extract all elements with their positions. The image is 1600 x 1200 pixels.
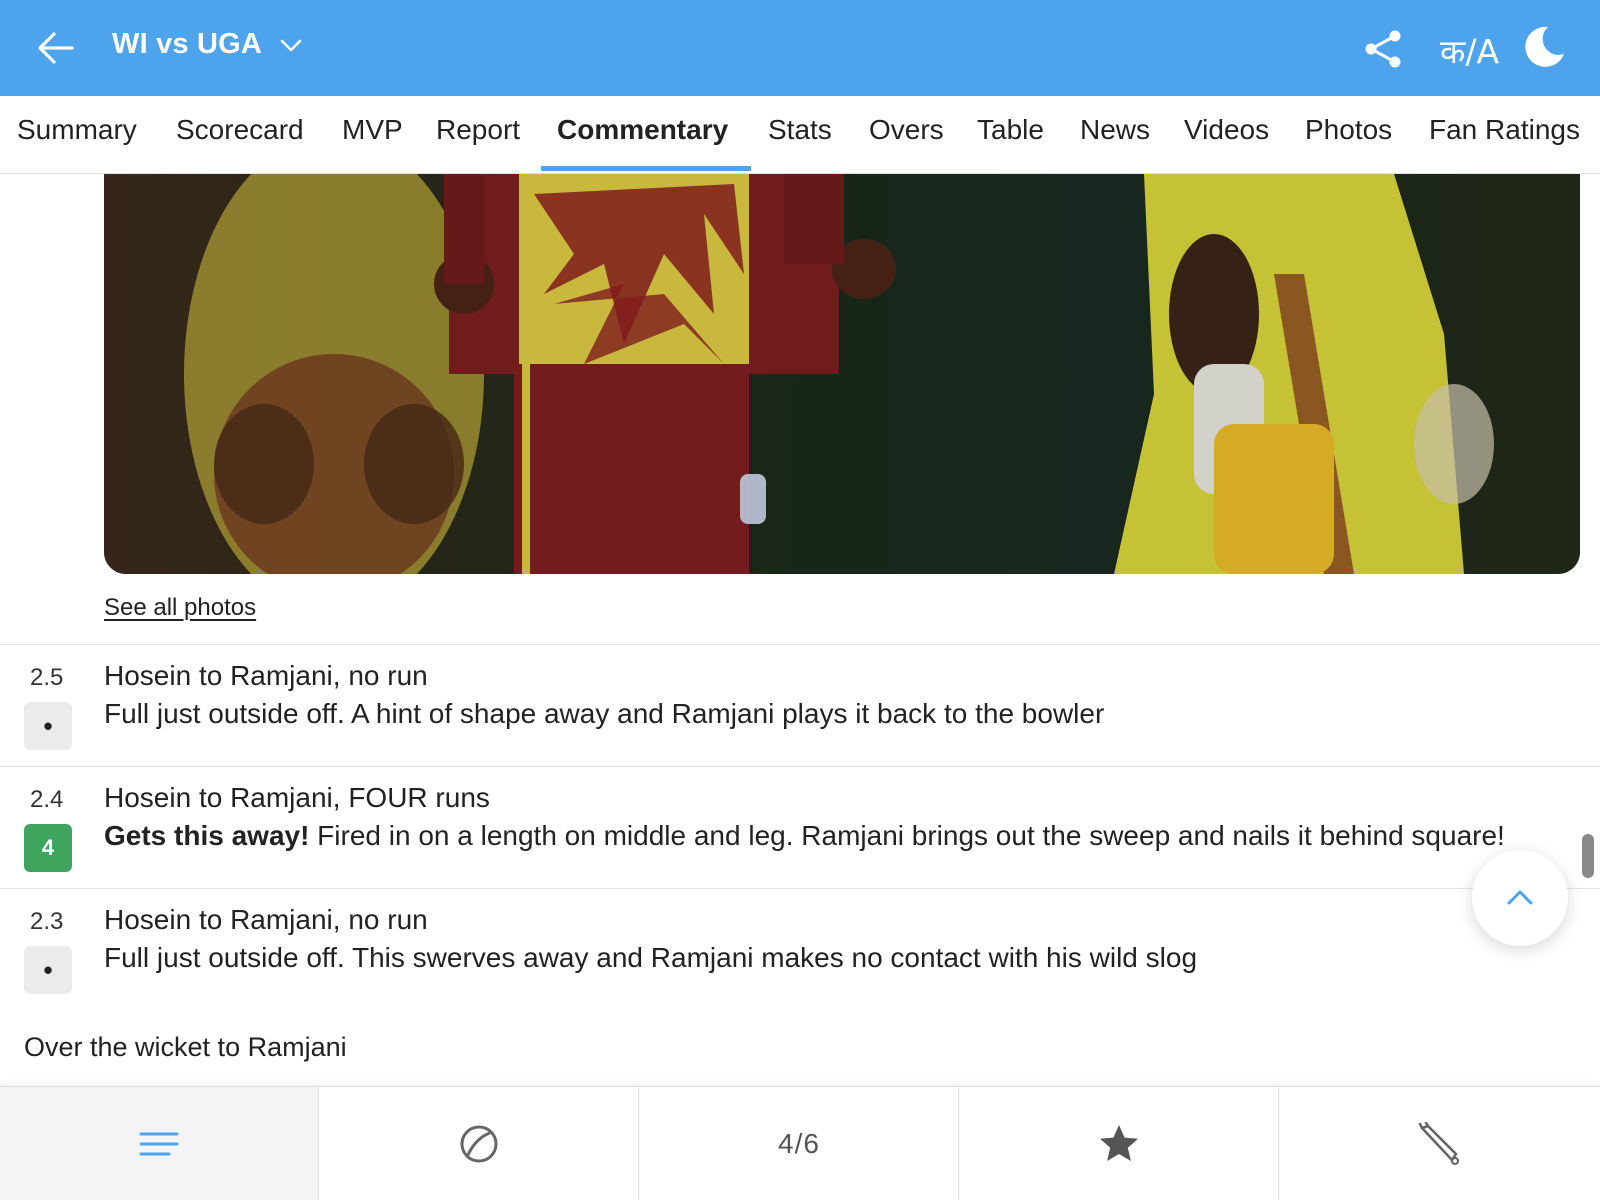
bottom-nav-batting[interactable] — [1280, 1087, 1599, 1200]
dot-ball-badge: • — [24, 946, 72, 994]
over-number: 2.3 — [30, 908, 64, 935]
match-photo[interactable] — [104, 174, 1580, 574]
chevron-up-icon — [1507, 890, 1533, 905]
menu-lines-icon — [139, 1132, 179, 1156]
scroll-to-top-button[interactable] — [1472, 850, 1568, 946]
back-arrow-icon[interactable] — [36, 28, 76, 68]
bottom-navigation: 4/6 — [0, 1086, 1600, 1200]
tab-report[interactable]: Report — [436, 114, 520, 146]
commentary-item: 2.5 • Hosein to Ramjani, no run Full jus… — [0, 644, 1600, 766]
see-all-photos-link[interactable]: See all photos — [104, 594, 256, 622]
ball-counter: 4/6 — [778, 1128, 820, 1159]
tab-mvp[interactable]: MVP — [342, 114, 403, 146]
star-icon — [1100, 1125, 1138, 1161]
app-header: WI vs UGA क/A — [0, 0, 1600, 96]
commentary-highlight: Gets this away! — [104, 820, 310, 851]
bottom-nav-favourites[interactable] — [960, 1087, 1279, 1200]
ball-headline: Hosein to Ramjani, FOUR runs — [104, 782, 490, 813]
ball-commentary: Full just outside off. This swerves away… — [104, 942, 1197, 974]
ball-commentary-text: Full just outside off. A hint of shape a… — [104, 698, 1105, 729]
dark-mode-moon-icon[interactable] — [1522, 24, 1566, 68]
bottom-nav-commentary[interactable] — [0, 1087, 319, 1200]
match-selector[interactable]: WI vs UGA — [112, 28, 304, 61]
tab-news[interactable]: News — [1080, 114, 1150, 146]
tab-videos[interactable]: Videos — [1184, 114, 1269, 146]
commentary-item: 2.4 4 Hosein to Ramjani, FOUR runs Gets … — [0, 766, 1600, 888]
share-icon[interactable] — [1362, 28, 1404, 70]
players-celebrating-image — [104, 174, 1580, 574]
tab-table[interactable]: Table — [977, 114, 1044, 146]
tab-fan-ratings[interactable]: Fan Ratings — [1429, 114, 1580, 146]
match-tabs: Summary Scorecard MVP Report Commentary … — [0, 96, 1600, 174]
ball-headline: Hosein to Ramjani, no run — [104, 904, 428, 935]
bat-icon — [1418, 1122, 1459, 1166]
ball-commentary: Gets this away! Fired in on a length on … — [104, 820, 1505, 852]
scrollbar-thumb[interactable] — [1582, 834, 1594, 878]
tab-stats[interactable]: Stats — [768, 114, 832, 146]
tab-commentary[interactable]: Commentary — [557, 114, 728, 146]
ball-commentary: Full just outside off. A hint of shape a… — [104, 698, 1104, 730]
ball-icon — [460, 1125, 498, 1163]
tab-photos[interactable]: Photos — [1305, 114, 1392, 146]
dot-ball-badge: • — [24, 702, 72, 750]
active-tab-indicator — [541, 166, 751, 171]
over-number: 2.5 — [30, 664, 64, 691]
tab-overs[interactable]: Overs — [869, 114, 944, 146]
over-note: Over the wicket to Ramjani — [24, 1032, 347, 1062]
tab-scorecard[interactable]: Scorecard — [176, 114, 304, 146]
ball-headline: Hosein to Ramjani, no run — [104, 660, 428, 691]
ball-commentary-text: Fired in on a length on middle and leg. … — [309, 820, 1505, 851]
match-title: WI vs UGA — [112, 28, 263, 60]
chevron-down-icon — [280, 39, 302, 51]
commentary-item: 2.3 • Hosein to Ramjani, no run Full jus… — [0, 888, 1600, 1010]
four-runs-badge: 4 — [24, 824, 72, 872]
over-number: 2.4 — [30, 786, 64, 813]
ball-commentary-text: Full just outside off. This swerves away… — [104, 942, 1198, 973]
bottom-nav-ball[interactable] — [320, 1087, 639, 1200]
tab-summary[interactable]: Summary — [17, 114, 137, 146]
language-toggle[interactable]: क/A — [1440, 28, 1499, 73]
bottom-nav-ball-counter[interactable]: 4/6 — [640, 1087, 959, 1200]
